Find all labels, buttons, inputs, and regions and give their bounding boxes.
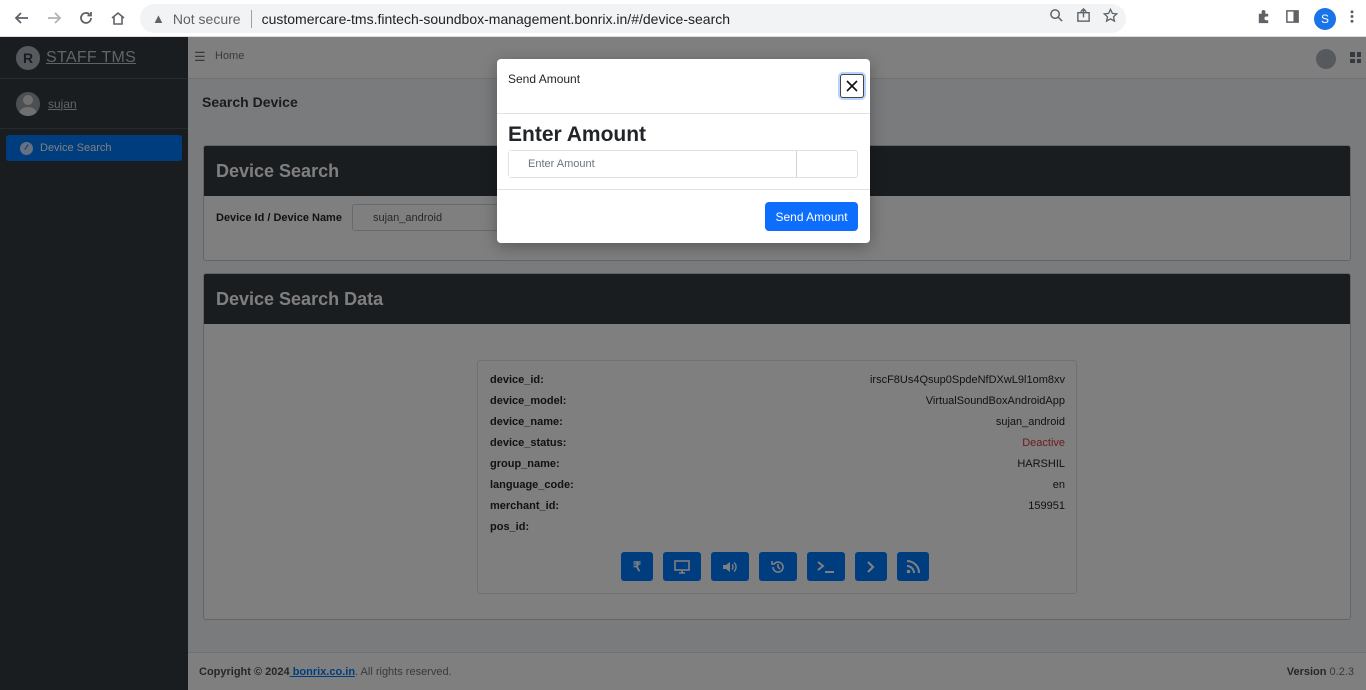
amount-input-group — [508, 150, 858, 178]
extensions-icon[interactable] — [1256, 9, 1271, 28]
modal-header: Send Amount — [497, 59, 870, 114]
send-amount-submit-button[interactable]: Send Amount — [765, 202, 858, 231]
close-icon — [846, 80, 858, 92]
zoom-icon[interactable] — [1049, 8, 1064, 27]
bookmark-star-icon[interactable] — [1102, 7, 1119, 27]
share-icon[interactable] — [1076, 7, 1091, 27]
home-icon[interactable] — [102, 2, 134, 34]
address-separator — [250, 9, 252, 28]
sidepanel-icon[interactable] — [1285, 9, 1300, 28]
modal-title: Send Amount — [508, 72, 581, 86]
send-amount-modal: Send Amount Enter Amount Send Amount — [497, 59, 870, 243]
close-button[interactable] — [840, 74, 864, 98]
kebab-menu-icon[interactable] — [1350, 9, 1354, 28]
warning-icon: ▲ — [152, 11, 165, 26]
modal-footer: Send Amount — [497, 190, 870, 243]
enter-amount-heading: Enter Amount — [508, 123, 647, 146]
reload-icon[interactable] — [70, 2, 102, 34]
url-text: customercare-tms.fintech-soundbox-manage… — [261, 10, 731, 27]
back-icon[interactable] — [6, 2, 38, 34]
forward-icon[interactable] — [38, 2, 70, 34]
security-label: Not secure — [172, 10, 241, 27]
browser-toolbar: ▲ Not secure customercare-tms.fintech-so… — [0, 0, 1366, 37]
address-bar[interactable]: ▲ Not secure customercare-tms.fintech-so… — [140, 4, 1126, 33]
profile-avatar[interactable]: S — [1314, 7, 1336, 30]
amount-input[interactable] — [509, 151, 797, 177]
modal-body: Enter Amount — [497, 114, 870, 190]
